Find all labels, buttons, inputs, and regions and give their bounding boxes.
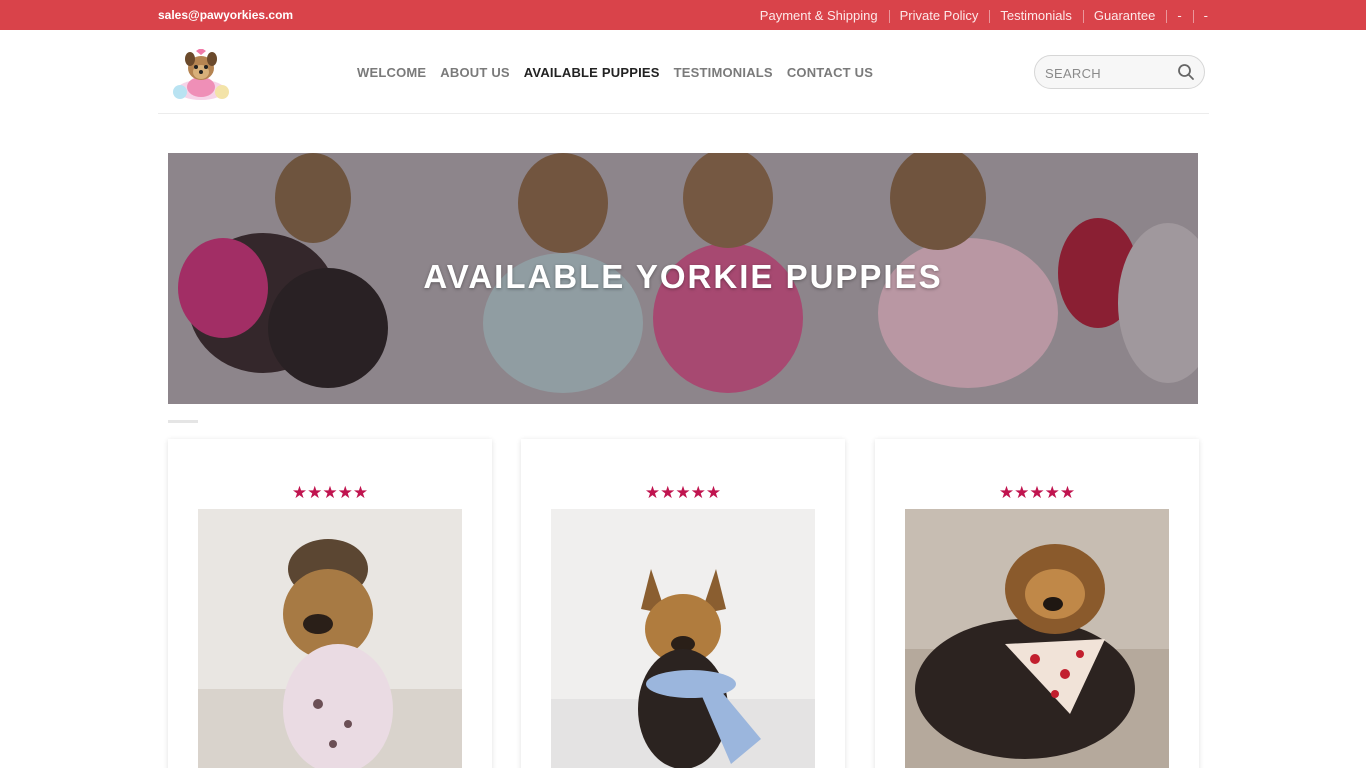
search-button[interactable]: [1176, 63, 1196, 83]
top-link-guarantee[interactable]: Guarantee: [1082, 8, 1166, 23]
main-nav: WELCOME ABOUT US AVAILABLE PUPPIES TESTI…: [357, 30, 873, 114]
divider: [168, 420, 198, 423]
top-links: Payment & Shipping Private Policy Testim…: [749, 0, 1208, 30]
product-card[interactable]: ★★★★★: [521, 439, 845, 768]
top-bar: sales@pawyorkies.com Payment & Shipping …: [0, 0, 1366, 30]
rating-stars: ★★★★★: [291, 483, 369, 502]
rating-stars: ★★★★★: [998, 483, 1076, 502]
product-image[interactable]: [551, 509, 815, 768]
product-card[interactable]: ★★★★★: [168, 439, 492, 768]
top-link-dash-2[interactable]: -: [1192, 8, 1208, 23]
top-link-payment-shipping[interactable]: Payment & Shipping: [749, 8, 889, 23]
top-link-testimonials[interactable]: Testimonials: [989, 8, 1083, 23]
nav-about-us[interactable]: ABOUT US: [440, 65, 510, 80]
product-image[interactable]: [198, 509, 462, 768]
email-link[interactable]: sales@pawyorkies.com: [158, 0, 293, 30]
search-box: [1034, 55, 1205, 89]
header: WELCOME ABOUT US AVAILABLE PUPPIES TESTI…: [158, 30, 1209, 114]
search-input[interactable]: [1045, 62, 1170, 84]
yorkie-logo-icon: [173, 49, 229, 100]
rating-stars: ★★★★★: [644, 483, 722, 502]
nav-testimonials[interactable]: TESTIMONIALS: [674, 65, 773, 80]
page-title: AVAILABLE YORKIE PUPPIES: [423, 258, 943, 295]
nav-welcome[interactable]: WELCOME: [357, 65, 426, 80]
nav-available-puppies[interactable]: AVAILABLE PUPPIES: [524, 65, 660, 80]
product-image[interactable]: [905, 509, 1169, 768]
top-link-private-policy[interactable]: Private Policy: [888, 8, 990, 23]
product-card[interactable]: ★★★★★: [875, 439, 1199, 768]
search-icon: [1178, 64, 1194, 80]
hero-banner: AVAILABLE YORKIE PUPPIES: [168, 153, 1198, 404]
top-link-dash-1[interactable]: -: [1166, 8, 1192, 23]
site-logo[interactable]: [166, 42, 236, 104]
nav-contact-us[interactable]: CONTACT US: [787, 65, 873, 80]
